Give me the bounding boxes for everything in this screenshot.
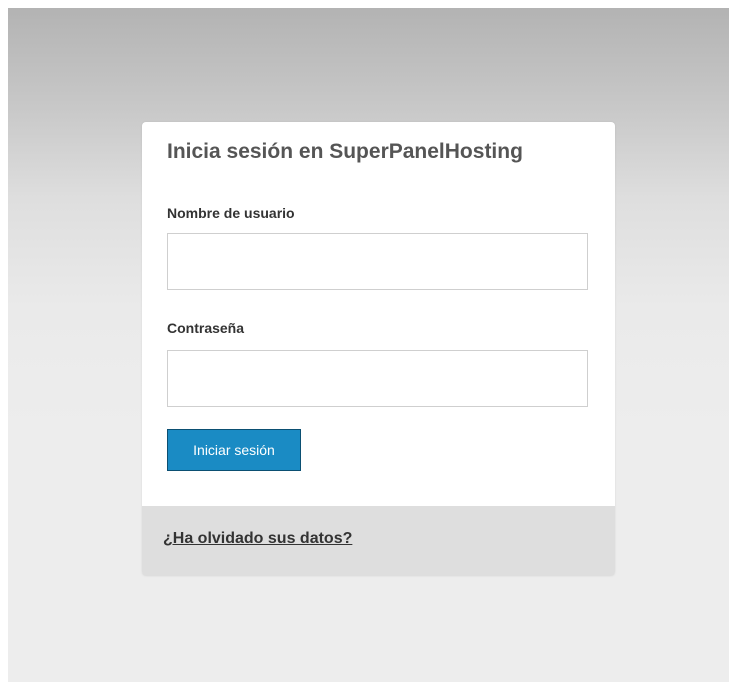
card-footer: ¿Ha olvidado sus datos? xyxy=(142,506,615,576)
login-form: Inicia sesión en SuperPanelHosting Nombr… xyxy=(142,122,615,506)
password-label: Contraseña xyxy=(167,320,245,336)
login-card: Inicia sesión en SuperPanelHosting Nombr… xyxy=(142,122,615,576)
login-button[interactable]: Iniciar sesión xyxy=(167,429,301,471)
password-input[interactable] xyxy=(167,350,588,407)
login-title: Inicia sesión en SuperPanelHosting xyxy=(167,140,523,163)
username-label: Nombre de usuario xyxy=(167,205,295,221)
username-input[interactable] xyxy=(167,233,588,290)
forgot-credentials-link[interactable]: ¿Ha olvidado sus datos? xyxy=(163,530,352,548)
